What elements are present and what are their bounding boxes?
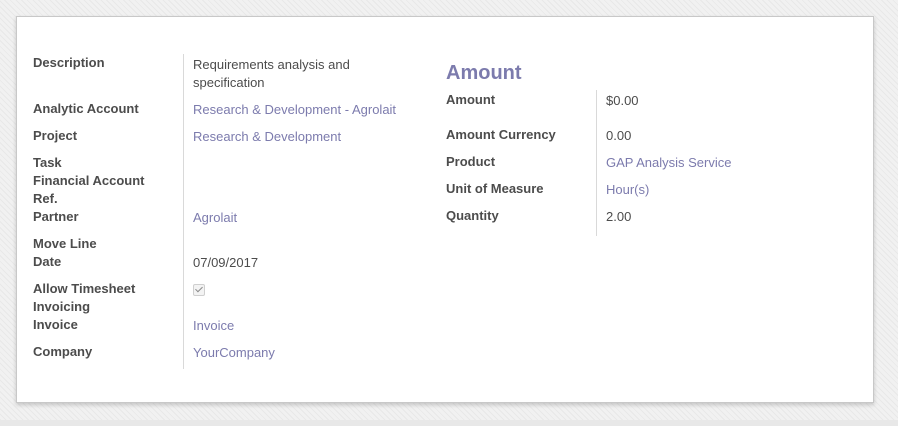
uom-row: Unit of Measure Hour(s) bbox=[446, 179, 866, 206]
analytic-account-label: Analytic Account bbox=[33, 101, 139, 116]
project-label: Project bbox=[33, 128, 78, 143]
analytic-account-row: Analytic Account Research & Development … bbox=[33, 99, 423, 126]
project-row: Project Research & Development bbox=[33, 126, 423, 153]
financial-account-value bbox=[183, 171, 423, 207]
description-value: Requirements analysis and specification bbox=[183, 54, 423, 99]
amount-field-group: Amount Amount $0.00 Amount Currency 0.00… bbox=[446, 61, 866, 236]
company-link[interactable]: YourCompany bbox=[183, 342, 423, 369]
amount-group-title: Amount bbox=[446, 62, 522, 84]
ref-label: Ref. bbox=[33, 191, 58, 206]
description-row: Description Requirements analysis and sp… bbox=[33, 54, 423, 99]
partner-row: Partner Agrolait bbox=[33, 207, 423, 234]
amount-row: Amount $0.00 bbox=[446, 90, 866, 125]
bottom-divider bbox=[0, 420, 898, 426]
allow-timesheet-value bbox=[183, 279, 423, 315]
amount-currency-value: 0.00 bbox=[596, 125, 856, 152]
amount-label: Amount bbox=[446, 92, 496, 107]
uom-label: Unit of Measure bbox=[446, 181, 544, 196]
amount-value: $0.00 bbox=[596, 90, 856, 125]
move-line-label: Move Line bbox=[33, 236, 97, 251]
partner-label: Partner bbox=[33, 209, 79, 224]
amount-currency-label: Amount Currency bbox=[446, 127, 556, 142]
company-row: Company YourCompany bbox=[33, 342, 423, 369]
product-row: Product GAP Analysis Service bbox=[446, 152, 866, 179]
date-label: Date bbox=[33, 254, 62, 269]
financial-account-label: Financial Account bbox=[33, 173, 145, 188]
invoice-row: Invoice Invoice bbox=[33, 315, 423, 342]
form-sheet: Description Requirements analysis and sp… bbox=[16, 16, 874, 403]
task-value bbox=[183, 153, 423, 171]
description-label: Description bbox=[33, 55, 105, 70]
left-field-group: Description Requirements analysis and sp… bbox=[33, 54, 423, 369]
product-link[interactable]: GAP Analysis Service bbox=[596, 152, 856, 179]
allow-timesheet-row: Allow Timesheet Invoicing bbox=[33, 279, 423, 315]
quantity-row: Quantity 2.00 bbox=[446, 206, 866, 236]
allow-timesheet-checkbox[interactable] bbox=[193, 284, 205, 296]
amount-currency-row: Amount Currency 0.00 bbox=[446, 125, 866, 152]
product-label: Product bbox=[446, 154, 496, 169]
invoice-link[interactable]: Invoice bbox=[183, 315, 423, 342]
project-link[interactable]: Research & Development bbox=[183, 126, 423, 153]
date-value: 07/09/2017 bbox=[183, 252, 423, 279]
quantity-label: Quantity bbox=[446, 208, 499, 223]
partner-link[interactable]: Agrolait bbox=[183, 207, 423, 234]
uom-link[interactable]: Hour(s) bbox=[596, 179, 856, 206]
date-row: Date 07/09/2017 bbox=[33, 252, 423, 279]
analytic-account-link[interactable]: Research & Development - Agrolait bbox=[183, 99, 423, 126]
quantity-value: 2.00 bbox=[596, 206, 856, 236]
task-label: Task bbox=[33, 155, 62, 170]
company-label: Company bbox=[33, 344, 93, 359]
task-row: Task bbox=[33, 153, 423, 171]
invoice-label: Invoice bbox=[33, 317, 78, 332]
move-line-value bbox=[183, 234, 423, 252]
allow-timesheet-label: Allow Timesheet Invoicing bbox=[33, 281, 136, 314]
move-line-row: Move Line bbox=[33, 234, 423, 252]
